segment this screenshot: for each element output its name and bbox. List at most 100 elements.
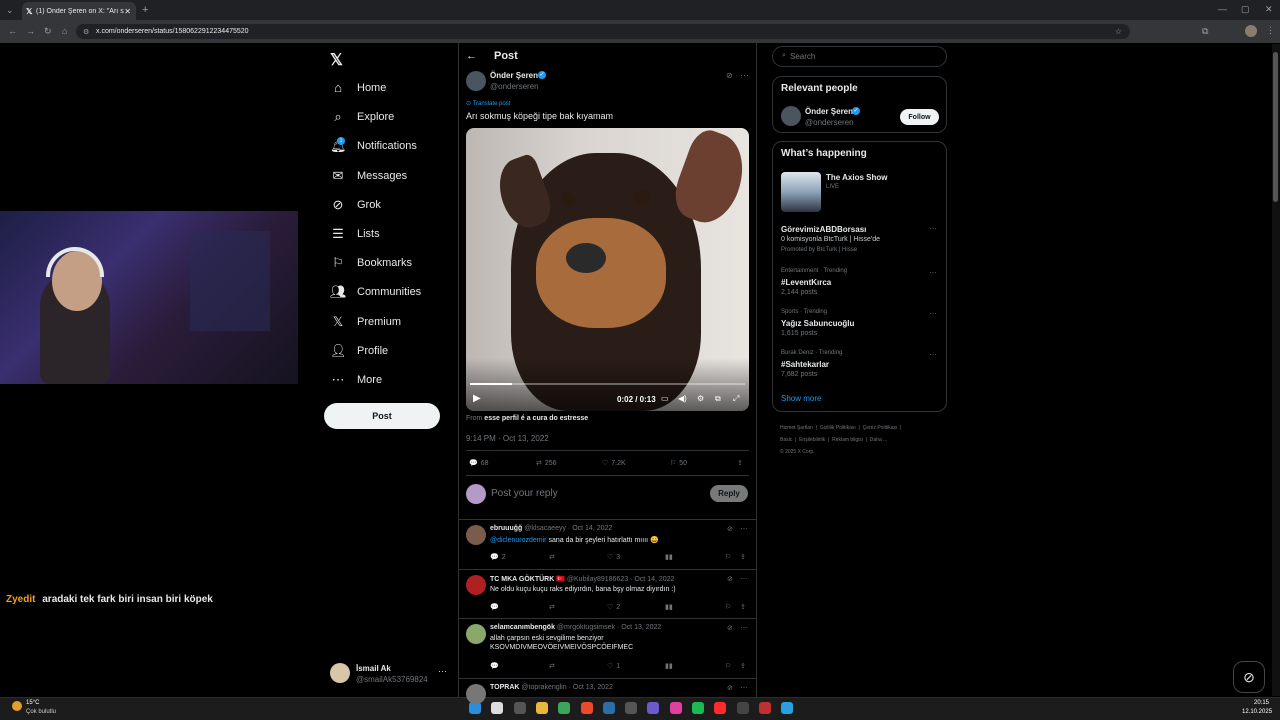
reply-more-icon[interactable]: ··· — [740, 574, 748, 583]
live-show-title[interactable]: The Axios Show — [826, 173, 888, 182]
sidebar-item-messages[interactable]: ✉ Messages — [330, 168, 408, 184]
pip-icon[interactable]: ⧉ — [715, 394, 721, 404]
reply-repost-icon[interactable]: ⇄ — [549, 603, 555, 611]
reply-avatar[interactable] — [466, 525, 486, 545]
trend-title[interactable]: #Sahtekarlar — [781, 360, 829, 369]
footer-cookies[interactable]: Çerez Politikası — [863, 425, 898, 431]
reply-more-icon[interactable]: ··· — [740, 524, 748, 533]
follow-button[interactable]: Follow — [900, 109, 939, 125]
back-arrow-icon[interactable]: ← — [466, 50, 477, 62]
views-icon[interactable]: ▮▮ — [665, 603, 673, 611]
star-icon[interactable]: ☆ — [1115, 27, 1122, 36]
sidebar-item-premium[interactable]: 𝕏 Premium — [330, 314, 401, 330]
fullscreen-icon[interactable]: ⤢ — [733, 394, 739, 404]
post-more-icon[interactable]: ··· — [740, 70, 749, 80]
bookmark-icon[interactable]: ⚐ — [725, 553, 731, 561]
grok-floating-button[interactable]: ⊘ — [1233, 661, 1265, 693]
app-icon[interactable] — [758, 702, 771, 714]
reply-avatar[interactable] — [466, 624, 486, 644]
reply-author[interactable]: ebruuuğğ — [490, 525, 522, 532]
file-explorer-icon[interactable] — [535, 702, 548, 714]
sidebar-item-explore[interactable]: ⌕ Explore — [330, 109, 394, 125]
youtube-icon[interactable] — [714, 702, 727, 714]
scrollbar-thumb[interactable] — [1273, 52, 1278, 202]
footer-more[interactable]: Daha ... — [870, 437, 888, 443]
post-button[interactable]: Post — [324, 403, 440, 429]
reply-author[interactable]: TOPRAK — [490, 684, 519, 691]
relevant-name[interactable]: Önder Şeren — [805, 107, 853, 116]
forward-icon[interactable]: → — [26, 26, 35, 36]
site-info-icon[interactable]: ⚙ — [83, 28, 89, 36]
search-icon[interactable] — [491, 702, 504, 714]
spotify-icon[interactable] — [692, 702, 704, 714]
reply-more-icon[interactable]: ··· — [740, 623, 748, 632]
capcut-icon[interactable] — [736, 702, 749, 714]
weather-icon[interactable] — [12, 701, 22, 711]
reply-author[interactable]: TC MKA GÖKTÜRK 🇹🇷 — [490, 576, 565, 583]
trend-more-icon[interactable]: ··· — [929, 350, 937, 359]
reply-like-action[interactable]: ♡ 1 — [607, 662, 620, 671]
x-logo-icon[interactable]: 𝕏 — [330, 50, 343, 70]
close-tab-icon[interactable]: ✕ — [124, 7, 131, 16]
home-browser-icon[interactable]: ⌂ — [62, 26, 67, 36]
scrollbar[interactable] — [1272, 44, 1280, 696]
account-avatar[interactable] — [330, 663, 350, 683]
store-icon[interactable] — [558, 702, 571, 714]
video-progress-track[interactable] — [470, 383, 745, 385]
captions-icon[interactable]: ▭ — [661, 394, 669, 403]
grok-explain-icon[interactable]: ⊘ — [727, 624, 733, 632]
grok-explain-icon[interactable]: ⊘ — [726, 71, 733, 80]
new-tab-icon[interactable]: + — [142, 4, 148, 16]
from-source[interactable]: esse perfil é a cura do estresse — [484, 415, 588, 422]
share-icon[interactable]: ⇪ — [737, 459, 743, 467]
search-input[interactable]: ⌕ Search — [772, 46, 947, 67]
reply-more-icon[interactable]: ··· — [740, 683, 748, 692]
sidebar-item-profile[interactable]: 👤︎ Profile — [330, 343, 388, 359]
sidebar-item-lists[interactable]: ☰ Lists — [330, 226, 379, 242]
reply-like-action[interactable]: ♡ 2 — [607, 603, 620, 612]
reply-avatar[interactable] — [466, 575, 486, 595]
trend-more-icon[interactable]: ··· — [929, 268, 937, 277]
chrome-icon[interactable] — [580, 702, 593, 714]
extensions-icon[interactable]: ⧉ — [1202, 26, 1208, 37]
repost-action[interactable]: ⇄ 256 — [536, 459, 557, 468]
reply-input[interactable]: Post your reply — [491, 488, 558, 499]
reply-action[interactable]: 💬 68 — [469, 459, 489, 468]
author-name[interactable]: Önder Şeren — [490, 71, 538, 80]
grok-explain-icon[interactable]: ⊘ — [727, 525, 733, 533]
sidebar-item-bookmarks[interactable]: ⚐ Bookmarks — [330, 255, 412, 271]
share-icon[interactable]: ⇪ — [740, 603, 746, 611]
reply-repost-icon[interactable]: ⇄ — [549, 553, 555, 561]
post-timestamp[interactable]: 9:14 PM · Oct 13, 2022 — [466, 434, 549, 443]
reply-author[interactable]: selamcanımbengök — [490, 624, 555, 631]
sidebar-item-more[interactable]: ⋯ More — [330, 372, 383, 388]
footer-accessibility[interactable]: Erişilebilirlik — [799, 437, 825, 443]
sidebar-item-home[interactable]: ⌂ Home — [330, 80, 386, 95]
reply-mention[interactable]: @diclenurozdemir — [490, 537, 547, 544]
grok-explain-icon[interactable]: ⊘ — [727, 684, 733, 692]
minimize-icon[interactable]: — — [1218, 4, 1227, 14]
trend-more-icon[interactable]: ··· — [929, 309, 937, 318]
relevant-avatar[interactable] — [781, 106, 801, 126]
reply-avatar[interactable] — [466, 684, 486, 704]
account-menu-icon[interactable]: ··· — [438, 666, 447, 676]
footer-basic[interactable]: Basic — [780, 437, 792, 443]
share-icon[interactable]: ⇪ — [740, 553, 746, 561]
bookmark-action[interactable]: ⚐ 50 — [670, 459, 687, 468]
grok-explain-icon[interactable]: ⊘ — [727, 575, 733, 583]
trend-title[interactable]: Yağız Sabuncuoğlu — [781, 319, 854, 328]
footer-terms[interactable]: Hizmet Şartları — [780, 425, 813, 431]
play-icon[interactable]: ▶ — [473, 393, 481, 404]
browser-tab[interactable]: 𝕏 (1) Önder Şeren on X: "Arı sokm ✕ — [22, 2, 136, 20]
volume-icon[interactable]: ◀) — [678, 394, 687, 403]
views-icon[interactable]: ▮▮ — [665, 662, 673, 670]
maximize-icon[interactable]: ▢ — [1241, 4, 1250, 15]
address-bar[interactable]: ⚙ x.com/onderseren/status/15806229122344… — [76, 24, 1130, 39]
bookmark-icon[interactable]: ⚐ — [725, 662, 731, 670]
reply-reply-action[interactable]: 💬 — [490, 603, 502, 611]
footer-ads[interactable]: Reklam bilgisi — [832, 437, 863, 443]
trend-title[interactable]: #LeventKırca — [781, 278, 831, 287]
views-icon[interactable]: ▮▮ — [665, 553, 673, 561]
share-icon[interactable]: ⇪ — [740, 662, 746, 670]
edge-icon[interactable] — [781, 702, 794, 714]
